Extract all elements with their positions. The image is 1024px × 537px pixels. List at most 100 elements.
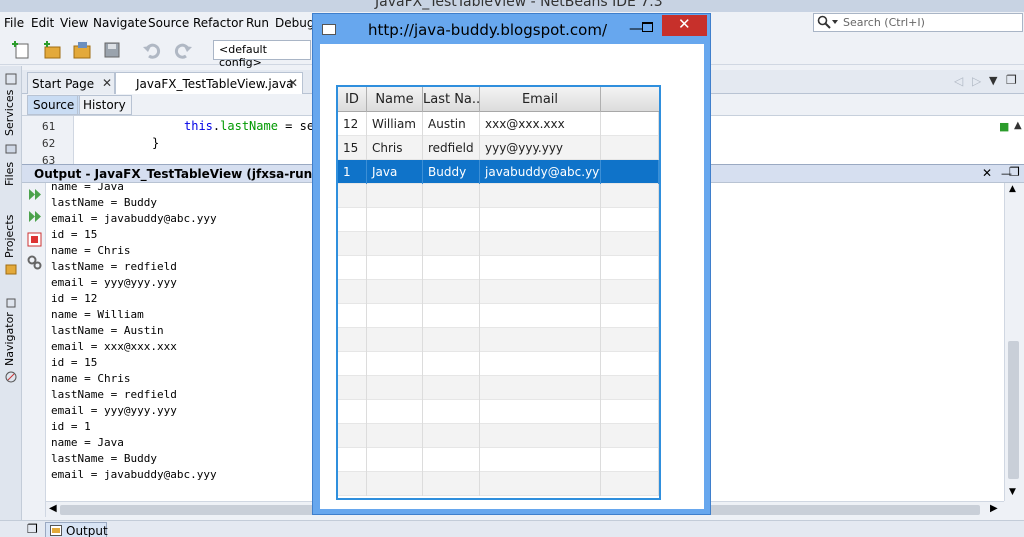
table-cell-empty [367, 256, 423, 280]
maximize-icon[interactable] [642, 22, 653, 32]
empty-table-row[interactable] [338, 256, 659, 280]
table-cell-empty [338, 376, 367, 400]
menu-edit[interactable]: Edit [31, 16, 54, 30]
rerun-icon[interactable] [27, 187, 42, 202]
table-cell-email: javabuddy@abc.yyy [480, 160, 601, 184]
empty-table-row[interactable] [338, 472, 659, 496]
table-row[interactable]: 15 Chris redfield yyy@yyy.yyy [338, 136, 659, 160]
menu-file[interactable]: File [4, 16, 24, 30]
column-header-email[interactable]: Email [480, 87, 601, 112]
left-sidebar: Services Files Projects Navigator [0, 66, 22, 521]
table-cell-empty [338, 424, 367, 448]
output-line: name = William [51, 308, 144, 321]
config-select[interactable]: <default config> [213, 40, 311, 69]
empty-table-row[interactable] [338, 376, 659, 400]
tab-start-page-label: Start Page [32, 77, 95, 91]
open-project-icon[interactable] [71, 39, 93, 61]
menu-run[interactable]: Run [246, 16, 269, 30]
table-cell-empty [601, 232, 659, 256]
empty-table-row[interactable] [338, 328, 659, 352]
sidebar-item-projects[interactable]: Projects [3, 215, 16, 258]
menu-navigate[interactable]: Navigate [93, 16, 147, 30]
scroll-right-icon[interactable]: ▶ [990, 503, 998, 514]
table-cell-empty [338, 280, 367, 304]
table-cell-empty [480, 208, 601, 232]
column-header-id[interactable]: ID [338, 87, 367, 112]
sidebar-item-navigator[interactable]: Navigator [3, 312, 16, 366]
empty-table-row[interactable] [338, 232, 659, 256]
scroll-up-icon[interactable]: ▲ [1009, 184, 1016, 194]
scroll-tabs-right-icon[interactable]: ▷ [972, 74, 981, 88]
table-row[interactable]: 12 William Austin xxx@xxx.xxx [338, 112, 659, 136]
tab-java-file[interactable]: JavaFX_TestTableView.java ✕ [115, 72, 303, 94]
table-cell-empty [338, 208, 367, 232]
scroll-up-icon[interactable]: ▲ [1014, 120, 1022, 131]
table-cell-empty [601, 400, 659, 424]
scroll-left-icon[interactable]: ◀ [49, 503, 57, 514]
undo-icon[interactable] [141, 39, 163, 61]
table-cell-empty [423, 448, 480, 472]
tab-list-icon[interactable]: ▼ [989, 74, 997, 87]
redo-icon[interactable] [172, 39, 194, 61]
source-button[interactable]: Source [27, 95, 81, 115]
code-line-61: this.lastName = se [184, 119, 314, 133]
rerun-with-options-icon[interactable] [27, 209, 42, 224]
status-bar: ❐ Output [0, 520, 1024, 537]
minimize-icon[interactable]: — [629, 21, 643, 37]
save-all-icon[interactable] [101, 39, 123, 61]
table-cell-empty [480, 376, 601, 400]
table-cell-empty [367, 424, 423, 448]
output-window-tab-label: Output [66, 524, 108, 537]
close-icon[interactable]: ✕ [288, 76, 298, 90]
settings-icon[interactable] [27, 255, 42, 270]
scrollbar-thumb[interactable] [1008, 341, 1019, 479]
output-line: id = 12 [51, 292, 98, 305]
scroll-tabs-left-icon[interactable]: ◁ [954, 74, 963, 88]
table-row[interactable]: 1 Java Buddy javabuddy@abc.yyy [338, 160, 659, 184]
table-cell-empty [367, 280, 423, 304]
tab-start-page[interactable]: Start Page ✕ [27, 72, 115, 94]
people-table[interactable]: ID Name Last Na... Email 12 William Austin… [336, 85, 661, 500]
history-button[interactable]: History [77, 95, 132, 115]
chevron-down-icon [832, 20, 838, 24]
maximize-icon[interactable]: ❐ [27, 522, 38, 536]
maximize-icon[interactable]: ❐ [1009, 165, 1020, 179]
empty-table-row[interactable] [338, 304, 659, 328]
empty-table-row[interactable] [338, 208, 659, 232]
empty-table-row[interactable] [338, 424, 659, 448]
close-icon[interactable]: ✕ [102, 76, 112, 90]
menu-source[interactable]: Source [148, 16, 189, 30]
app-icon [322, 24, 336, 35]
empty-table-row[interactable] [338, 184, 659, 208]
maximize-icon[interactable]: ❐ [1006, 73, 1017, 87]
search-placeholder: Search (Ctrl+I) [843, 16, 925, 29]
empty-table-row[interactable] [338, 352, 659, 376]
close-button[interactable]: ✕ [662, 15, 707, 36]
output-window-tab[interactable]: Output [45, 522, 108, 537]
table-cell-empty [480, 328, 601, 352]
output-panel-title: Output - JavaFX_TestTableView (jfxsa-run… [34, 167, 318, 181]
new-file-icon[interactable] [11, 39, 33, 61]
column-header-last-name[interactable]: Last Na... [423, 87, 480, 112]
table-cell-empty [367, 400, 423, 424]
close-icon[interactable]: ✕ [982, 166, 992, 180]
search-input[interactable]: Search (Ctrl+I) [813, 13, 1023, 32]
table-cell-empty [601, 448, 659, 472]
column-header-name[interactable]: Name [367, 87, 423, 112]
table-cell-empty [423, 232, 480, 256]
new-project-icon[interactable] [41, 39, 63, 61]
output-line: email = javabuddy@abc.yyy [51, 468, 217, 481]
table-cell-empty [423, 280, 480, 304]
table-cell-email: xxx@xxx.xxx [480, 112, 601, 136]
empty-table-row[interactable] [338, 280, 659, 304]
output-vertical-scrollbar[interactable]: ▲ ▼ [1004, 183, 1021, 501]
sidebar-item-services[interactable]: Services [3, 90, 16, 136]
menu-refactor[interactable]: Refactor [193, 16, 243, 30]
empty-table-row[interactable] [338, 448, 659, 472]
sidebar-item-files[interactable]: Files [3, 162, 16, 186]
scroll-down-icon[interactable]: ▼ [1009, 487, 1016, 497]
menu-view[interactable]: View [60, 16, 88, 30]
empty-table-row[interactable] [338, 400, 659, 424]
stop-icon[interactable] [27, 232, 42, 247]
menu-debug[interactable]: Debug [275, 16, 314, 30]
